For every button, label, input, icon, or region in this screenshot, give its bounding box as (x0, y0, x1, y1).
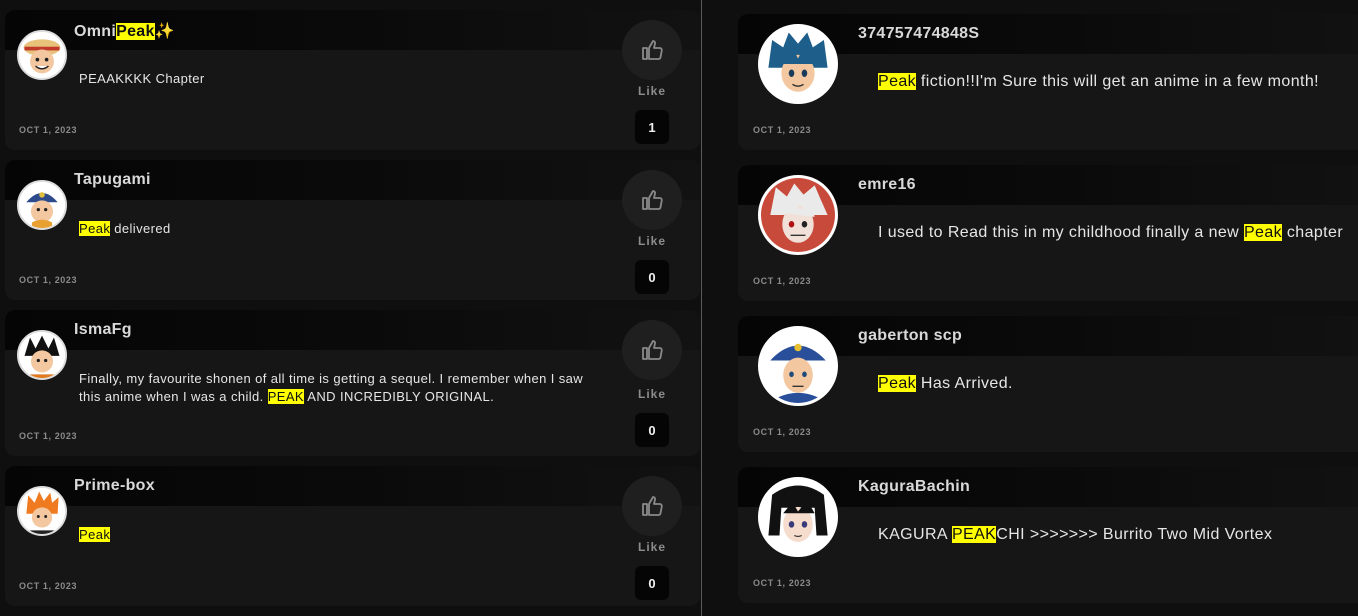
comment-date: OCT 1, 2023 (753, 276, 812, 286)
like-count: 1 (635, 110, 669, 144)
comment-card: Prime-box Peak OCT 1, 2023 Like 0 (5, 466, 700, 606)
comment-card: KaguraBachin KAGURA PEAKCHI >>>>>>> Burr… (738, 467, 1358, 603)
thumbs-up-icon (642, 190, 663, 210)
avatar[interactable] (17, 30, 67, 80)
like-count: 0 (635, 566, 669, 600)
comment-card: emre16 I used to Read this in my childho… (738, 165, 1358, 301)
like-label: Like (637, 84, 666, 98)
like-label: Like (637, 387, 666, 401)
thumbs-up-icon (642, 496, 663, 516)
rukia-avatar-icon (761, 480, 835, 554)
like-label: Like (637, 234, 666, 248)
like-count: 0 (635, 260, 669, 294)
comment-username[interactable]: KaguraBachin (858, 478, 970, 496)
comment-username[interactable]: IsmaFg (74, 321, 132, 339)
jotaro-kid-avatar-icon (19, 182, 65, 228)
comment-username[interactable]: gaberton scp (858, 327, 962, 345)
comment-date: OCT 1, 2023 (753, 427, 812, 437)
comment-card: Tapugami Peak delivered OCT 1, 2023 Like… (5, 160, 700, 300)
white-hair-avatar-icon (761, 178, 835, 252)
like-count: 0 (635, 413, 669, 447)
avatar[interactable] (17, 330, 67, 380)
comment-text: Peak fiction!!I'm Sure this will get an … (878, 73, 1319, 90)
like-button[interactable] (622, 320, 682, 380)
comment-card: IsmaFg Finally, my favourite shonen of a… (5, 310, 700, 456)
comment-date: OCT 1, 2023 (753, 125, 812, 135)
avatar[interactable] (17, 180, 67, 230)
comment-card: 374757474848S Peak fiction!!I'm Sure thi… (738, 14, 1358, 150)
blue-hair-avatar-icon (761, 27, 835, 101)
comment-text: Finally, my favourite shonen of all time… (79, 371, 584, 404)
thumbs-up-icon (642, 40, 663, 60)
comment-text: Peak Has Arrived. (878, 375, 1013, 392)
comment-text: Peak (79, 527, 111, 542)
jotaro-avatar-icon (761, 329, 835, 403)
comment-date: OCT 1, 2023 (19, 431, 78, 441)
comment-date: OCT 1, 2023 (19, 275, 78, 285)
comment-card: gaberton scp Peak Has Arrived. OCT 1, 20… (738, 316, 1358, 452)
avatar[interactable] (758, 477, 838, 557)
avatar[interactable] (758, 326, 838, 406)
thumbs-up-icon (642, 340, 663, 360)
comment-username[interactable]: OmniPeak✨ (74, 21, 175, 41)
like-button[interactable] (622, 476, 682, 536)
comment-username[interactable]: 374757474848S (858, 25, 979, 43)
comment-card: OmniPeak✨ PEAAKKKK Chapter OCT 1, 2023 L… (5, 10, 700, 150)
like-button[interactable] (622, 170, 682, 230)
comment-username[interactable]: Tapugami (74, 171, 151, 189)
comment-text: I used to Read this in my childhood fina… (878, 224, 1344, 241)
comment-username[interactable]: emre16 (858, 176, 916, 194)
like-label: Like (637, 540, 666, 554)
comment-date: OCT 1, 2023 (19, 125, 78, 135)
comment-text: KAGURA PEAKCHI >>>>>>> Burrito Two Mid V… (878, 526, 1273, 543)
comment-text: PEAAKKKK Chapter (79, 71, 205, 86)
ichigo-avatar-icon (19, 488, 65, 534)
luffy-avatar-icon (19, 32, 65, 78)
like-button[interactable] (622, 20, 682, 80)
goku-avatar-icon (19, 332, 65, 378)
comment-username[interactable]: Prime-box (74, 477, 155, 495)
avatar[interactable] (17, 486, 67, 536)
comment-date: OCT 1, 2023 (753, 578, 812, 588)
avatar[interactable] (758, 24, 838, 104)
comment-text: Peak delivered (79, 221, 171, 236)
comment-date: OCT 1, 2023 (19, 581, 78, 591)
avatar[interactable] (758, 175, 838, 255)
